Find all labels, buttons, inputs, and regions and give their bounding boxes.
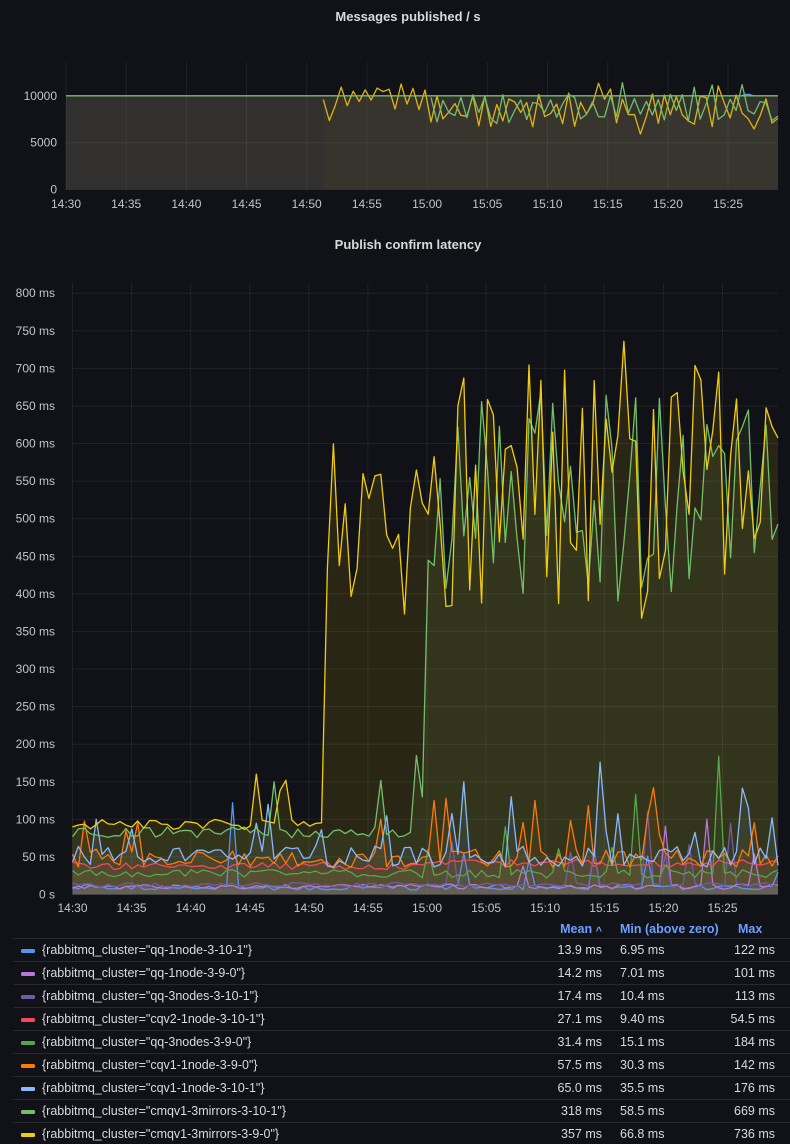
svg-text:0 s: 0 s	[39, 888, 55, 902]
svg-text:15:20: 15:20	[648, 901, 678, 915]
svg-text:15:05: 15:05	[472, 197, 502, 211]
svg-text:14:55: 14:55	[353, 901, 383, 915]
svg-text:350 ms: 350 ms	[16, 624, 55, 638]
svg-text:250 ms: 250 ms	[16, 700, 55, 714]
svg-text:14:35: 14:35	[111, 197, 141, 211]
svg-text:15:05: 15:05	[471, 901, 501, 915]
svg-text:500 ms: 500 ms	[16, 512, 55, 526]
svg-text:15:00: 15:00	[412, 901, 442, 915]
svg-text:150 ms: 150 ms	[16, 775, 55, 789]
svg-text:200 ms: 200 ms	[16, 737, 55, 751]
svg-text:14:40: 14:40	[176, 901, 206, 915]
svg-text:700 ms: 700 ms	[16, 361, 55, 375]
svg-text:50 ms: 50 ms	[22, 850, 55, 864]
svg-text:15:25: 15:25	[707, 901, 737, 915]
svg-text:800 ms: 800 ms	[16, 286, 55, 300]
svg-text:15:15: 15:15	[593, 197, 623, 211]
svg-text:14:40: 14:40	[171, 197, 201, 211]
svg-text:15:25: 15:25	[713, 197, 743, 211]
svg-text:15:00: 15:00	[412, 197, 442, 211]
svg-text:450 ms: 450 ms	[16, 549, 55, 563]
svg-text:14:50: 14:50	[294, 901, 324, 915]
svg-text:14:30: 14:30	[51, 197, 81, 211]
svg-text:14:50: 14:50	[292, 197, 322, 211]
svg-text:0: 0	[50, 183, 57, 197]
svg-text:14:35: 14:35	[117, 901, 147, 915]
svg-text:14:45: 14:45	[232, 197, 262, 211]
svg-text:14:30: 14:30	[57, 901, 87, 915]
svg-text:750 ms: 750 ms	[16, 324, 55, 338]
svg-text:5000: 5000	[30, 136, 57, 150]
svg-text:650 ms: 650 ms	[16, 399, 55, 413]
svg-text:600 ms: 600 ms	[16, 437, 55, 451]
svg-text:15:10: 15:10	[532, 197, 562, 211]
svg-text:10000: 10000	[24, 89, 58, 103]
svg-text:15:15: 15:15	[589, 901, 619, 915]
svg-text:14:45: 14:45	[235, 901, 265, 915]
svg-text:14:55: 14:55	[352, 197, 382, 211]
svg-text:300 ms: 300 ms	[16, 662, 55, 676]
svg-text:100 ms: 100 ms	[16, 812, 55, 826]
svg-text:550 ms: 550 ms	[16, 474, 55, 488]
svg-text:400 ms: 400 ms	[16, 587, 55, 601]
svg-text:15:20: 15:20	[653, 197, 683, 211]
svg-text:15:10: 15:10	[530, 901, 560, 915]
